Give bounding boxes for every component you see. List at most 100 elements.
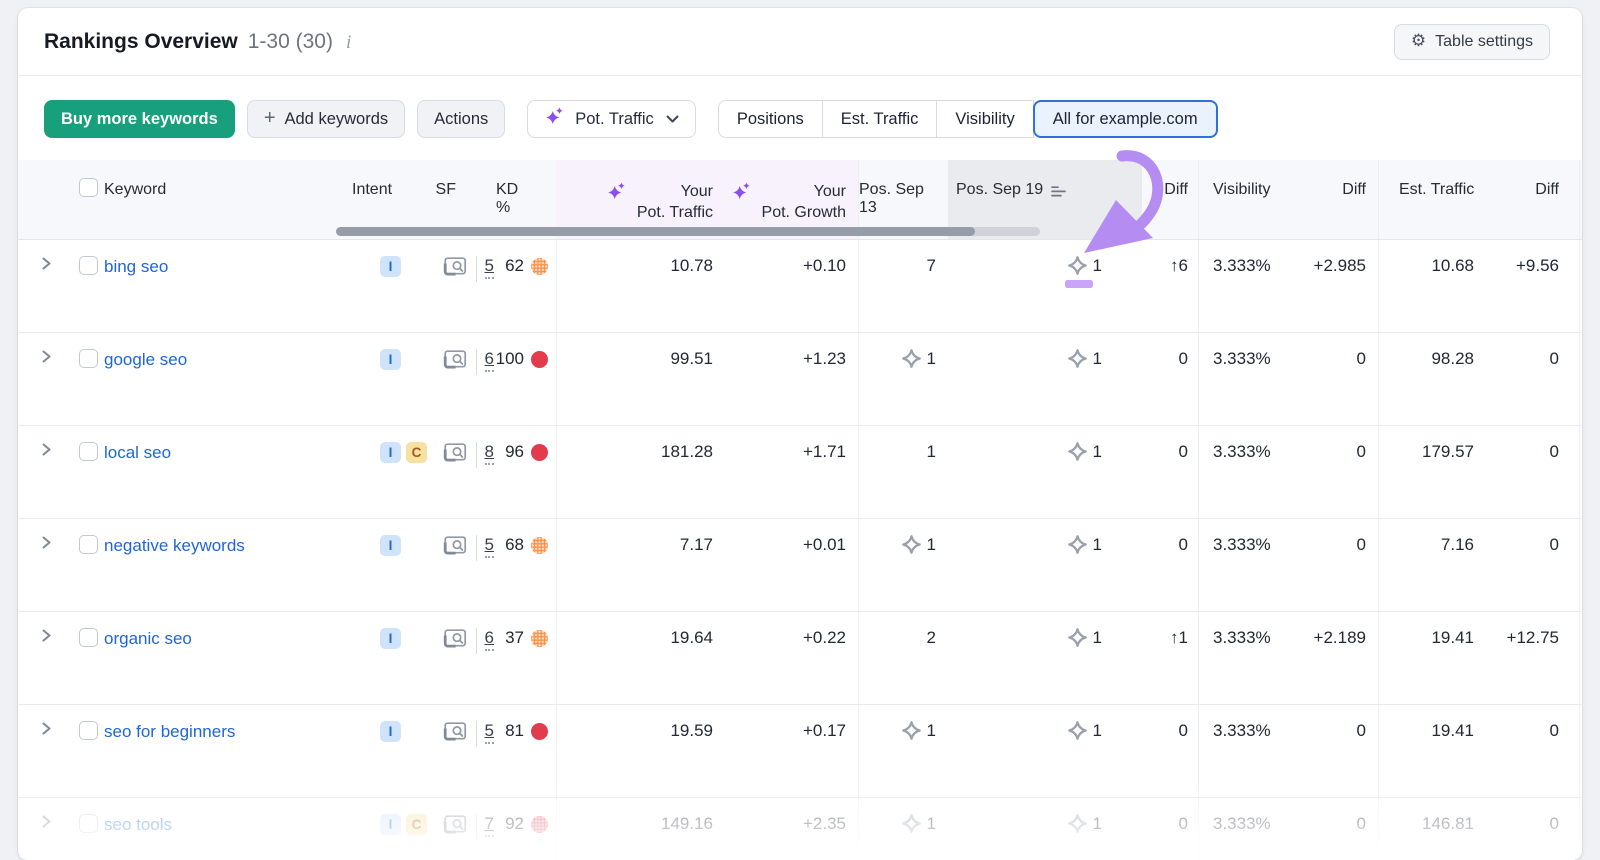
intent-badge-i: I (380, 349, 401, 370)
keyword-link[interactable]: organic seo (104, 628, 192, 650)
row-expander-button[interactable] (40, 814, 53, 831)
visibility-cell: 3.333% (1198, 426, 1290, 518)
row-checkbox[interactable] (79, 721, 98, 740)
intent-cell: I (352, 519, 444, 611)
row-expander-button[interactable] (40, 349, 53, 366)
segment-visibility[interactable]: Visibility (937, 100, 1033, 138)
sf-count-link[interactable]: 5 (485, 535, 494, 558)
intent-badge-i: I (380, 628, 401, 649)
kd-level-dot (531, 630, 548, 647)
visibility-diff-cell: +2.189 (1290, 612, 1378, 704)
position-cell: 1 (948, 519, 1142, 611)
serp-feature-position-icon (1067, 255, 1088, 276)
pot-traffic-dropdown[interactable]: Pot. Traffic (527, 100, 696, 138)
pot-traffic-cell: 7.17 (556, 519, 725, 611)
keyword-link[interactable]: google seo (104, 349, 187, 371)
buy-more-keywords-button[interactable]: Buy more keywords (44, 100, 235, 138)
intent-cell: IC (352, 798, 444, 860)
keyword-link[interactable]: negative keywords (104, 535, 245, 557)
column-header-diff-est-traffic[interactable]: Diff (1490, 160, 1580, 239)
row-checkbox[interactable] (79, 814, 98, 833)
header-expander-spacer (38, 160, 72, 239)
horizontal-scrollbar-thumb[interactable] (336, 227, 975, 236)
column-header-est-traffic[interactable]: Est. Traffic (1378, 160, 1490, 239)
position-cell: 1 (858, 426, 948, 518)
sf-count-link[interactable]: 5 (485, 721, 494, 744)
pot-traffic-cell: 19.59 (556, 705, 725, 797)
sf-count-link[interactable]: 8 (485, 442, 494, 465)
visibility-cell: 3.333% (1198, 705, 1290, 797)
serp-features-icon[interactable] (443, 721, 468, 747)
sf-count-link[interactable]: 6 (485, 628, 494, 651)
pot-growth-cell: +0.10 (725, 240, 858, 332)
serp-features-icon[interactable] (443, 535, 468, 561)
position-cell: 1 (948, 240, 1142, 332)
row-checkbox[interactable] (79, 535, 98, 554)
serp-features-cell: 5 (444, 519, 496, 611)
serp-features-icon[interactable] (443, 628, 468, 654)
column-header-visibility[interactable]: Visibility (1198, 160, 1290, 239)
keyword-link[interactable]: bing seo (104, 256, 168, 278)
table-settings-label: Table settings (1435, 33, 1533, 51)
kd-cell: 62 (496, 240, 556, 332)
keyword-link[interactable]: seo for beginners (104, 721, 235, 743)
column-header-keyword[interactable]: Keyword (104, 160, 352, 239)
serp-feature-position-icon (901, 813, 922, 834)
est-traffic-cell: 146.81 (1378, 798, 1490, 860)
row-checkbox[interactable] (79, 442, 98, 461)
select-all-checkbox[interactable] (79, 178, 98, 197)
actions-button[interactable]: Actions (417, 100, 505, 138)
row-checkbox[interactable] (79, 256, 98, 275)
kd-level-dot (531, 816, 548, 833)
intent-badge-i: I (380, 256, 401, 277)
serp-features-icon[interactable] (443, 256, 468, 282)
sf-count-link[interactable]: 6 (485, 349, 494, 372)
serp-features-icon[interactable] (443, 349, 468, 375)
kd-cell: 92 (496, 798, 556, 860)
column-header-diff-visibility[interactable]: Diff (1290, 160, 1378, 239)
position-cell: 1 (858, 333, 948, 425)
row-checkbox[interactable] (79, 628, 98, 647)
horizontal-scrollbar-track[interactable] (336, 227, 1040, 236)
gear-icon: ⚙ (1411, 33, 1426, 50)
add-keywords-button[interactable]: + Add keywords (247, 100, 405, 138)
pot-traffic-cell: 19.64 (556, 612, 725, 704)
column-header-diff-pos[interactable]: Diff (1142, 160, 1198, 239)
position-cell: 1 (858, 519, 948, 611)
row-expander-button[interactable] (40, 628, 53, 645)
segment-est-traffic[interactable]: Est. Traffic (823, 100, 938, 138)
serp-feature-position-icon (1067, 348, 1088, 369)
pot-growth-cell: +1.71 (725, 426, 858, 518)
table-row: organic seoI63719.64+0.2221↑13.333%+2.18… (18, 612, 1582, 705)
kd-cell: 68 (496, 519, 556, 611)
serp-features-icon[interactable] (443, 814, 468, 840)
est-traffic-diff-cell: +9.56 (1490, 240, 1580, 332)
row-checkbox[interactable] (79, 349, 98, 368)
keyword-link[interactable]: seo tools (104, 814, 172, 836)
serp-features-cell: 6 (444, 612, 496, 704)
segment-positions[interactable]: Positions (718, 100, 823, 138)
divider (476, 349, 477, 375)
serp-features-icon[interactable] (443, 442, 468, 468)
expander-cell (38, 798, 72, 860)
est-traffic-diff-cell: 0 (1490, 333, 1580, 425)
row-expander-button[interactable] (40, 721, 53, 738)
info-icon[interactable]: i (343, 32, 351, 54)
est-traffic-cell: 179.57 (1378, 426, 1490, 518)
pot-growth-cell: +2.35 (725, 798, 858, 860)
row-expander-button[interactable] (40, 442, 53, 459)
table-settings-button[interactable]: ⚙ Table settings (1394, 24, 1550, 60)
keyword-link[interactable]: local seo (104, 442, 171, 464)
segment-all-for-domain[interactable]: All for example.com (1033, 100, 1218, 138)
checkbox-cell (72, 612, 104, 704)
kd-level-dot (531, 444, 548, 461)
intent-cell: I (352, 333, 444, 425)
pot-traffic-cell: 181.28 (556, 426, 725, 518)
sf-count-link[interactable]: 7 (485, 814, 494, 837)
table-row: seo toolsIC792149.16+2.351103.333%0146.8… (18, 798, 1582, 860)
sort-icon (1051, 185, 1067, 203)
row-expander-button[interactable] (40, 535, 53, 552)
intent-badge-i: I (380, 721, 401, 742)
sf-count-link[interactable]: 5 (485, 256, 494, 279)
row-expander-button[interactable] (40, 256, 53, 273)
